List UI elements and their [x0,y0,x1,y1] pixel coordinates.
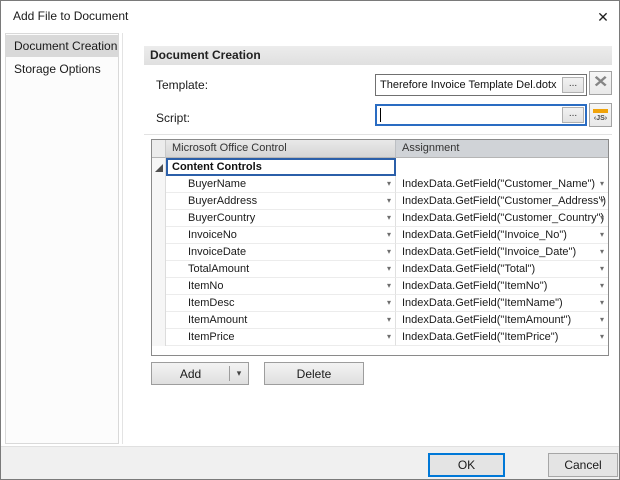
group-row-content-controls[interactable]: Content Controls [152,158,608,176]
control-name: ItemPrice [188,331,234,343]
content-separator [144,134,612,135]
section-header: Document Creation [144,46,612,65]
table-row[interactable]: InvoiceNo ▾ IndexData.GetField("Invoice_N… [152,227,608,244]
chevron-down-icon[interactable]: ▾ [387,295,391,311]
chevron-down-icon[interactable]: ▾ [387,193,391,209]
control-name: ItemAmount [188,314,247,326]
assignment-value: IndexData.GetField("Customer_Name") [402,178,595,190]
chevron-down-icon[interactable]: ▾ [387,244,391,260]
sidebar-item-storage-options[interactable]: Storage Options [6,58,118,80]
control-name: TotalAmount [188,263,249,275]
content-controls-grid: Microsoft Office Control Assignment Cont… [151,139,609,356]
assignment-value: IndexData.GetField("Customer_Country") [402,212,604,224]
grid-header-row: Microsoft Office Control Assignment [152,140,608,158]
chevron-down-icon[interactable]: ▾ [387,227,391,243]
table-row[interactable]: BuyerAddress ▾ IndexData.GetField("Custom… [152,193,608,210]
expander-column-header [152,140,166,158]
template-browse-button[interactable]: ... [562,77,584,93]
table-row[interactable]: ItemDesc ▾ IndexData.GetField("ItemName")… [152,295,608,312]
script-browse-button[interactable]: ... [562,107,584,123]
table-row[interactable]: ItemPrice ▾ IndexData.GetField("ItemPrice… [152,329,608,346]
chevron-down-icon[interactable]: ▾ [387,176,391,192]
control-name: BuyerCountry [188,212,255,224]
assignment-value: IndexData.GetField("ItemName") [402,297,563,309]
assignment-value: IndexData.GetField("ItemNo") [402,280,547,292]
template-label: Template: [156,78,208,92]
js-icon [593,109,608,113]
window-title: Add File to Document [13,9,128,23]
template-clear-button[interactable]: ✕ [589,71,612,95]
chevron-down-icon[interactable]: ▾ [600,261,604,277]
table-row[interactable]: BuyerCountry ▾ IndexData.GetField("Custom… [152,210,608,227]
chevron-down-icon[interactable]: ▾ [600,329,604,345]
add-file-to-document-dialog: Add File to Document ✕ Document Creation… [0,0,620,480]
dialog-footer [1,446,619,479]
chevron-down-icon[interactable]: ▾ [600,244,604,260]
js-icon-label: ‹JS› [594,115,607,122]
assignment-value: IndexData.GetField("ItemPrice") [402,331,558,343]
chevron-down-icon[interactable]: ▾ [600,295,604,311]
chevron-down-icon[interactable]: ▾ [600,193,604,209]
assignment-value: IndexData.GetField("Invoice_Date") [402,246,576,258]
text-caret [380,108,381,122]
table-row[interactable]: TotalAmount ▾ IndexData.GetField("Total")… [152,261,608,278]
chevron-down-icon[interactable]: ▾ [387,329,391,345]
sidebar-item-document-creation[interactable]: Document Creation [6,35,118,57]
assignment-value: IndexData.GetField("Customer_Address") [402,195,606,207]
delete-button-label: Delete [297,367,332,381]
template-input[interactable]: Therefore Invoice Template Del.dotx ... [375,74,587,96]
assignment-value: IndexData.GetField("Total") [402,263,535,275]
script-label: Script: [156,111,190,125]
chevron-down-icon[interactable]: ▾ [600,278,604,294]
control-name: InvoiceNo [188,229,237,241]
close-window-button[interactable]: ✕ [590,4,616,30]
table-row[interactable]: BuyerName ▾ IndexData.GetField("Customer_… [152,176,608,193]
add-button-label: Add [152,367,229,381]
assignment-value: IndexData.GetField("Invoice_No") [402,229,567,241]
column-header-assignment[interactable]: Assignment [396,140,608,158]
close-icon: ✕ [597,9,609,26]
chevron-down-icon[interactable]: ▾ [387,210,391,226]
cancel-button-label: Cancel [564,458,601,472]
delete-button[interactable]: Delete [264,362,364,385]
table-row[interactable]: ItemNo ▾ IndexData.GetField("ItemNo") ▾ [152,278,608,295]
cancel-button[interactable]: Cancel [548,453,618,477]
template-value: Therefore Invoice Template Del.dotx [376,79,560,91]
control-name: InvoiceDate [188,246,246,258]
clear-x-icon: ✕ [593,75,608,91]
control-name: BuyerName [188,178,246,190]
titlebar: Add File to Document ✕ [1,1,619,32]
ok-button-label: OK [458,458,475,472]
add-button[interactable]: Add ▾ [151,362,249,385]
group-label[interactable]: Content Controls [166,158,396,176]
sidebar-content-divider [122,33,123,444]
expander-icon[interactable] [155,164,163,172]
control-name: ItemDesc [188,297,234,309]
table-row[interactable]: InvoiceDate ▾ IndexData.GetField("Invoice… [152,244,608,261]
column-header-office-control[interactable]: Microsoft Office Control [166,140,396,158]
chevron-down-icon[interactable]: ▾ [387,261,391,277]
control-name: ItemNo [188,280,223,292]
chevron-down-icon[interactable]: ▾ [387,278,391,294]
chevron-down-icon[interactable]: ▾ [600,210,604,226]
chevron-down-icon[interactable]: ▾ [230,368,248,379]
assignment-value: IndexData.GetField("ItemAmount") [402,314,571,326]
settings-nav-list: Document Creation Storage Options [5,33,119,444]
control-name: BuyerAddress [188,195,257,207]
table-row[interactable]: ItemAmount ▾ IndexData.GetField("ItemAmou… [152,312,608,329]
chevron-down-icon[interactable]: ▾ [600,176,604,192]
chevron-down-icon[interactable]: ▾ [600,227,604,243]
chevron-down-icon[interactable]: ▾ [387,312,391,328]
ok-button[interactable]: OK [428,453,505,477]
chevron-down-icon[interactable]: ▾ [600,312,604,328]
script-editor-button[interactable]: ‹JS› [589,103,612,127]
script-input[interactable]: ... [375,104,587,126]
